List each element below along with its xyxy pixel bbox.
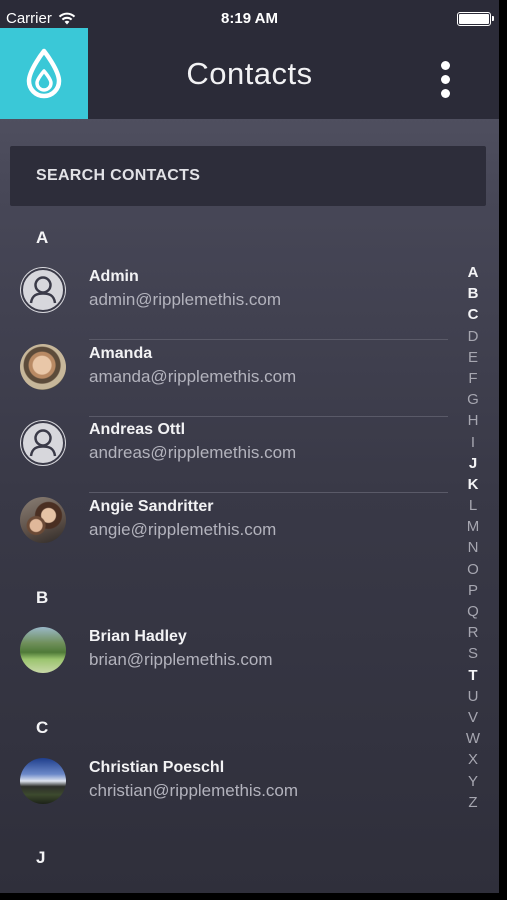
contact-email: amanda@ripplemethis.com <box>89 367 297 386</box>
alphabet-index-letter-t[interactable]: T <box>462 665 484 686</box>
avatar-default-icon <box>20 267 66 313</box>
alphabet-index-letter-d[interactable]: D <box>462 326 484 347</box>
alphabet-index-letter-c[interactable]: C <box>462 304 484 325</box>
alphabet-index-letter-a[interactable]: A <box>462 262 484 283</box>
alphabet-index-letter-z[interactable]: Z <box>462 792 484 813</box>
more-vertical-icon-dot <box>441 89 450 98</box>
alphabet-index-letter-p[interactable]: P <box>462 580 484 601</box>
contact-row[interactable]: Angie Sandritter angie@ripplemethis.com <box>0 494 450 570</box>
contact-name: Brian Hadley <box>89 628 187 645</box>
alphabet-index-letter-m[interactable]: M <box>462 516 484 537</box>
alphabet-index-letter-r[interactable]: R <box>462 622 484 643</box>
alphabet-index-letter-b[interactable]: B <box>462 283 484 304</box>
contact-name: Christian Poeschl <box>89 759 225 776</box>
section-header-a: A <box>36 228 49 247</box>
contact-row[interactable]: Andreas Ottl andreas@ripplemethis.com <box>0 417 450 493</box>
battery-icon <box>457 12 494 26</box>
alphabet-index-letter-i[interactable]: I <box>462 432 484 453</box>
contact-email: andreas@ripplemethis.com <box>89 443 297 462</box>
avatar-photo <box>20 344 66 390</box>
alphabet-index-letter-s[interactable]: S <box>462 643 484 664</box>
contact-row[interactable]: Amanda amanda@ripplemethis.com <box>0 341 450 417</box>
alphabet-index-letter-n[interactable]: N <box>462 537 484 558</box>
contact-name: Angie Sandritter <box>89 498 214 515</box>
alphabet-index-letter-w[interactable]: W <box>462 728 484 749</box>
contact-email: brian@ripplemethis.com <box>89 650 273 669</box>
avatar-photo <box>20 627 66 673</box>
alphabet-index-letter-l[interactable]: L <box>462 495 484 516</box>
avatar-photo <box>20 497 66 543</box>
contacts-screen: Carrier 8:19 AM Contacts SEARCH CONTACTS <box>0 0 499 893</box>
alphabet-index-letter-o[interactable]: O <box>462 559 484 580</box>
alphabet-index-letter-u[interactable]: U <box>462 686 484 707</box>
section-header-j: J <box>36 848 46 867</box>
row-divider <box>89 339 448 340</box>
alphabet-index-letter-q[interactable]: Q <box>462 601 484 622</box>
alphabet-index-letter-k[interactable]: K <box>462 474 484 495</box>
search-placeholder: SEARCH CONTACTS <box>36 167 201 184</box>
contact-row[interactable]: Brian Hadley brian@ripplemethis.com <box>0 624 450 700</box>
alphabet-index-letter-v[interactable]: V <box>462 707 484 728</box>
alphabet-index-letter-e[interactable]: E <box>462 347 484 368</box>
more-options-button[interactable] <box>439 58 453 100</box>
more-vertical-icon-dot <box>441 75 450 84</box>
avatar-photo <box>20 758 66 804</box>
section-header-c: C <box>36 718 49 737</box>
alphabet-index[interactable]: ABCDEFGHIJKLMNOPQRSTUVWXYZ <box>462 262 484 813</box>
contact-name: Admin <box>89 268 139 285</box>
alphabet-index-letter-g[interactable]: G <box>462 389 484 410</box>
section-header-b: B <box>36 588 49 607</box>
contact-name: Amanda <box>89 345 153 362</box>
more-vertical-icon <box>441 61 450 70</box>
contact-row[interactable]: Admin admin@ripplemethis.com <box>0 264 450 340</box>
alphabet-index-letter-x[interactable]: X <box>462 749 484 770</box>
clock: 8:19 AM <box>221 10 278 27</box>
alphabet-index-letter-f[interactable]: F <box>462 368 484 389</box>
alphabet-index-letter-h[interactable]: H <box>462 410 484 431</box>
contact-email: christian@ripplemethis.com <box>89 781 299 800</box>
row-divider <box>89 492 448 493</box>
alphabet-index-letter-j[interactable]: J <box>462 453 484 474</box>
avatar-default-icon <box>20 420 66 466</box>
contact-email: angie@ripplemethis.com <box>89 520 277 539</box>
contact-email: admin@ripplemethis.com <box>89 290 282 309</box>
search-contacts-field[interactable]: SEARCH CONTACTS <box>10 146 486 206</box>
alphabet-index-letter-y[interactable]: Y <box>462 771 484 792</box>
page-title: Contacts <box>186 56 313 91</box>
navigation-bar: Contacts <box>0 28 499 119</box>
contact-name: Andreas Ottl <box>89 421 186 438</box>
contact-row[interactable]: Christian Poeschl christian@ripplemethis… <box>0 755 450 831</box>
